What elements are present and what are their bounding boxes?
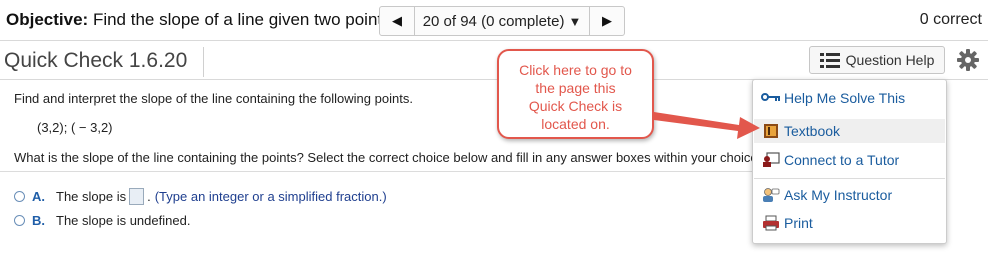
choice-a-hint: (Type an integer or a simplified fractio… — [154, 189, 387, 204]
choice-a-radio[interactable] — [14, 191, 25, 202]
question-divider — [0, 171, 760, 172]
menu-item-help-me-solve-this[interactable]: Help Me Solve This — [754, 86, 945, 110]
choice-a-letter: A. — [32, 189, 45, 204]
list-icon — [819, 52, 840, 68]
objective-label: Objective: — [6, 10, 89, 29]
page-title: Quick Check 1.6.20 — [4, 49, 188, 72]
key-icon — [760, 89, 782, 107]
menu-item-label: Textbook — [784, 123, 841, 139]
triangle-right-icon: ▶ — [602, 13, 612, 28]
callout-box: Click here to go to the page this Quick … — [497, 49, 654, 139]
choice-a[interactable]: A. The slope is . (Type an integer or a … — [14, 188, 387, 205]
pager-text: 20 of 94 (0 complete) — [422, 12, 565, 30]
choice-a-period: . — [147, 189, 151, 204]
menu-item-label: Connect to a Tutor — [784, 152, 900, 168]
problem-points: (3,2); ( − 3,2) — [37, 120, 113, 135]
choice-b-radio[interactable] — [14, 215, 25, 226]
previous-question-button[interactable]: ◀ — [380, 7, 415, 35]
choice-b-letter: B. — [32, 213, 45, 228]
top-bar: Objective: Find the slope of a line give… — [0, 0, 988, 41]
menu-item-label: Ask My Instructor — [784, 187, 893, 203]
book-icon — [760, 122, 782, 140]
menu-item-print[interactable]: Print — [754, 211, 945, 235]
title-bar: Quick Check 1.6.20 Question Help — [0, 41, 988, 80]
triangle-left-icon: ◀ — [392, 13, 402, 28]
question-help-label: Question Help — [845, 52, 935, 68]
menu-item-label: Print — [784, 215, 813, 231]
callout-text: Click here to go to the page this Quick … — [519, 62, 632, 132]
next-question-button[interactable]: ▶ — [589, 7, 624, 35]
question-pager: ◀ 20 of 94 (0 complete) ▼ ▶ — [379, 6, 625, 36]
objective: Objective: Find the slope of a line give… — [6, 10, 395, 30]
question-help-menu: Help Me Solve This Textbook Connect to a… — [752, 79, 947, 244]
menu-separator — [754, 178, 945, 179]
tutor-icon — [760, 151, 782, 169]
question-text: What is the slope of the line containing… — [14, 150, 762, 165]
menu-item-label: Help Me Solve This — [784, 90, 906, 106]
question-select[interactable]: 20 of 94 (0 complete) ▼ — [415, 7, 589, 35]
title-divider — [203, 47, 204, 77]
gear-icon[interactable] — [957, 49, 979, 71]
question-help-button[interactable]: Question Help — [809, 46, 945, 74]
menu-item-connect-to-a-tutor[interactable]: Connect to a Tutor — [754, 148, 945, 172]
choice-b[interactable]: B. The slope is undefined. — [14, 213, 190, 228]
score-display: 0 correct — [919, 11, 982, 28]
slope-answer-input[interactable] — [129, 188, 145, 205]
objective-text: Find the slope of a line given two point… — [92, 10, 396, 29]
problem-prompt: Find and interpret the slope of the line… — [14, 91, 413, 106]
instructor-icon — [760, 186, 782, 204]
menu-item-textbook[interactable]: Textbook — [754, 119, 945, 143]
caret-down-icon: ▼ — [568, 13, 582, 29]
choice-b-text: The slope is undefined. — [56, 213, 191, 228]
menu-item-ask-my-instructor[interactable]: Ask My Instructor — [754, 183, 945, 207]
choice-a-text: The slope is — [56, 189, 127, 204]
printer-icon — [760, 214, 782, 232]
